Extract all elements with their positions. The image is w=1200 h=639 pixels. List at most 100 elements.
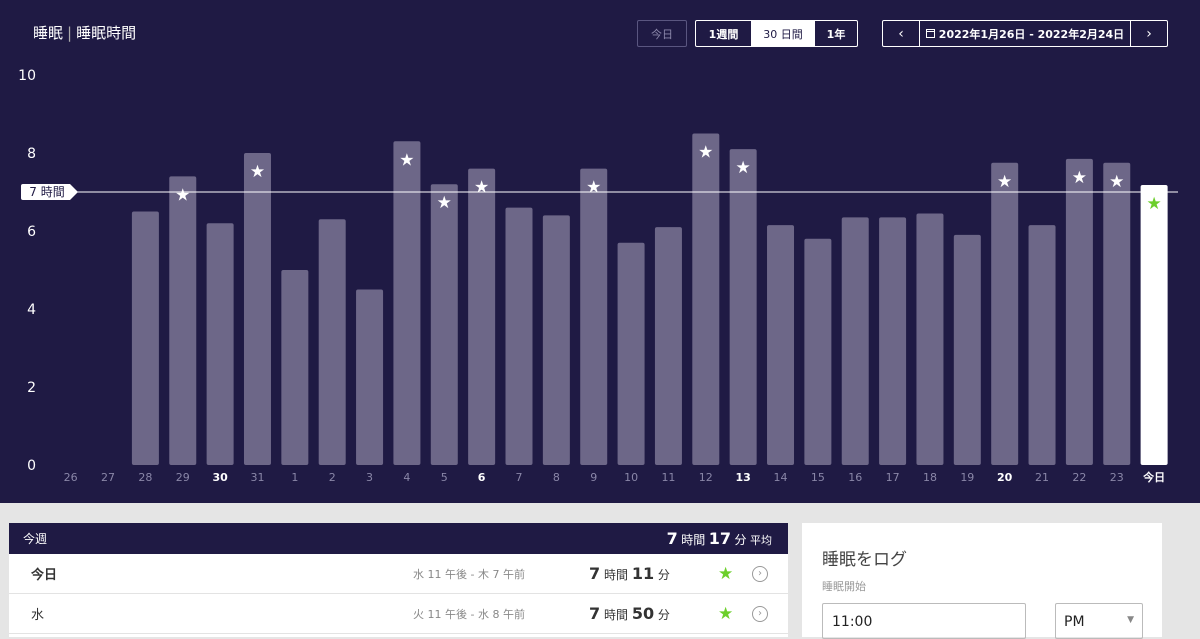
chart-bar (1103, 162, 1131, 465)
x-tick-label: 22 (1072, 471, 1086, 484)
chart-bar (505, 207, 533, 465)
ampm-value: PM (1064, 614, 1085, 630)
avg-hours: 7 (666, 529, 678, 548)
x-tick-label: 15 (811, 471, 825, 484)
x-tick-label: 今日 (1142, 470, 1165, 484)
chart-bar (916, 213, 944, 465)
row-hours-unit: 時間 (603, 608, 628, 622)
chart-bar (281, 270, 309, 465)
chevron-right-circle-icon[interactable]: › (752, 565, 768, 582)
avg-minutes-unit: 分 (734, 533, 747, 547)
log-sleep-panel: 睡眠をログ 睡眠開始 11:00 PM ▼ (802, 523, 1162, 639)
x-tick-label: 16 (848, 471, 862, 484)
x-tick-label: 28 (138, 471, 152, 484)
row-time-range: 火 11 午後 - 水 8 午前 (413, 607, 525, 621)
x-tick-label: 26 (64, 471, 78, 484)
chart-bar (468, 168, 496, 465)
weekly-title: 今週 (23, 532, 48, 546)
x-tick-label: 31 (250, 471, 264, 484)
star-icon: ★ (698, 143, 713, 163)
chart-bar (953, 234, 981, 465)
row-minutes: 11 (631, 564, 655, 583)
x-tick-label: 3 (366, 471, 373, 484)
chart-bar (131, 211, 159, 465)
x-tick-label: 18 (923, 471, 937, 484)
avg-label: 平均 (750, 534, 772, 547)
x-tick-label: 13 (736, 471, 751, 484)
chart-bar (1065, 158, 1093, 465)
star-icon: ★ (718, 563, 734, 584)
chart-bar (393, 141, 421, 466)
chart-bar (841, 217, 869, 465)
x-tick-label: 8 (553, 471, 560, 484)
star-icon: ★ (736, 158, 751, 178)
weekly-average: 7 時間 17 分 平均 (667, 529, 772, 548)
star-icon: ★ (718, 603, 734, 624)
x-tick-label: 27 (101, 471, 115, 484)
row-time-range: 水 11 午後 - 木 7 午前 (413, 567, 525, 581)
chart-bar (617, 242, 645, 465)
x-tick-label: 30 (212, 471, 228, 484)
weekly-summary-header: 今週 7 時間 17 分 平均 (9, 523, 788, 554)
star-icon: ★ (1072, 168, 1087, 188)
row-hours: 7 (589, 604, 601, 623)
x-tick-label: 4 (403, 471, 410, 484)
chart-bar (580, 168, 608, 465)
y-tick-label: 10 (18, 68, 36, 84)
y-tick-label: 2 (27, 380, 36, 396)
caret-down-icon: ▼ (1127, 615, 1134, 625)
x-tick-label: 7 (516, 471, 523, 484)
x-tick-label: 2 (329, 471, 336, 484)
ampm-select[interactable]: PM ▼ (1055, 603, 1143, 639)
x-tick-label: 9 (590, 471, 597, 484)
row-minutes-unit: 分 (657, 608, 670, 622)
chart-bar (729, 149, 757, 465)
x-tick-label: 23 (1110, 471, 1124, 484)
goal-line-label: 7 時間 (29, 185, 64, 199)
x-tick-label: 20 (997, 471, 1013, 484)
y-tick-label: 6 (27, 224, 36, 240)
chart-bar (879, 217, 907, 465)
chart-bar (243, 153, 271, 465)
row-hours: 7 (589, 564, 601, 583)
star-icon: ★ (399, 150, 414, 170)
chart-bar (356, 289, 384, 465)
avg-minutes: 17 (708, 529, 731, 548)
row-minutes-unit: 分 (657, 568, 670, 582)
chart-bar (991, 162, 1019, 465)
chart-bar (767, 225, 795, 465)
chart-bar (430, 184, 458, 465)
row-day: 水 (31, 608, 45, 623)
chevron-right-circle-icon[interactable]: › (752, 605, 768, 622)
y-tick-label: 0 (27, 458, 36, 474)
chart-bar (206, 223, 234, 465)
y-tick-label: 4 (27, 302, 36, 318)
chart-bar (804, 238, 832, 465)
sleep-log-row[interactable]: 今日 水 11 午後 - 木 7 午前 7 時間 11 分 ★ › (9, 554, 788, 594)
star-icon: ★ (474, 178, 489, 198)
star-icon: ★ (175, 185, 190, 205)
sleep-chart-panel: 睡眠 | 睡眠時間 今日 1週間 30 日間 1年 ‹ 2022年1月26日 - 2… (0, 0, 1200, 503)
x-tick-label: 6 (478, 471, 486, 484)
chart-bar (692, 133, 720, 465)
sleep-log-row[interactable]: 水 火 11 午後 - 水 8 午前 7 時間 50 分 ★ › (9, 594, 788, 634)
star-icon: ★ (997, 172, 1012, 192)
star-icon: ★ (1109, 172, 1124, 192)
row-hours-unit: 時間 (603, 568, 628, 582)
chart-bar (1028, 225, 1056, 465)
avg-hours-unit: 時間 (681, 533, 706, 547)
sleep-bar-chart: 024681026 27 28★29 30★31 1 2 3★4★5★6 7 8★9 10 11★1… (18, 68, 1178, 484)
x-tick-label: 1 (291, 471, 298, 484)
x-tick-label: 17 (886, 471, 900, 484)
row-duration: 7 時間 50 分 (589, 604, 670, 623)
x-tick-label: 10 (624, 471, 638, 484)
star-icon: ★ (1146, 194, 1161, 214)
chart-bar (318, 219, 346, 465)
chart-bar (1140, 184, 1168, 466)
x-tick-label: 29 (176, 471, 190, 484)
sleep-start-time-input[interactable]: 11:00 (822, 603, 1026, 639)
weekly-summary: 今週 7 時間 17 分 平均 今日 水 11 午後 - 木 7 午前 7 時間… (9, 523, 788, 637)
sleep-start-label: 睡眠開始 (822, 580, 866, 593)
x-tick-label: 12 (699, 471, 713, 484)
x-tick-label: 11 (661, 471, 675, 484)
